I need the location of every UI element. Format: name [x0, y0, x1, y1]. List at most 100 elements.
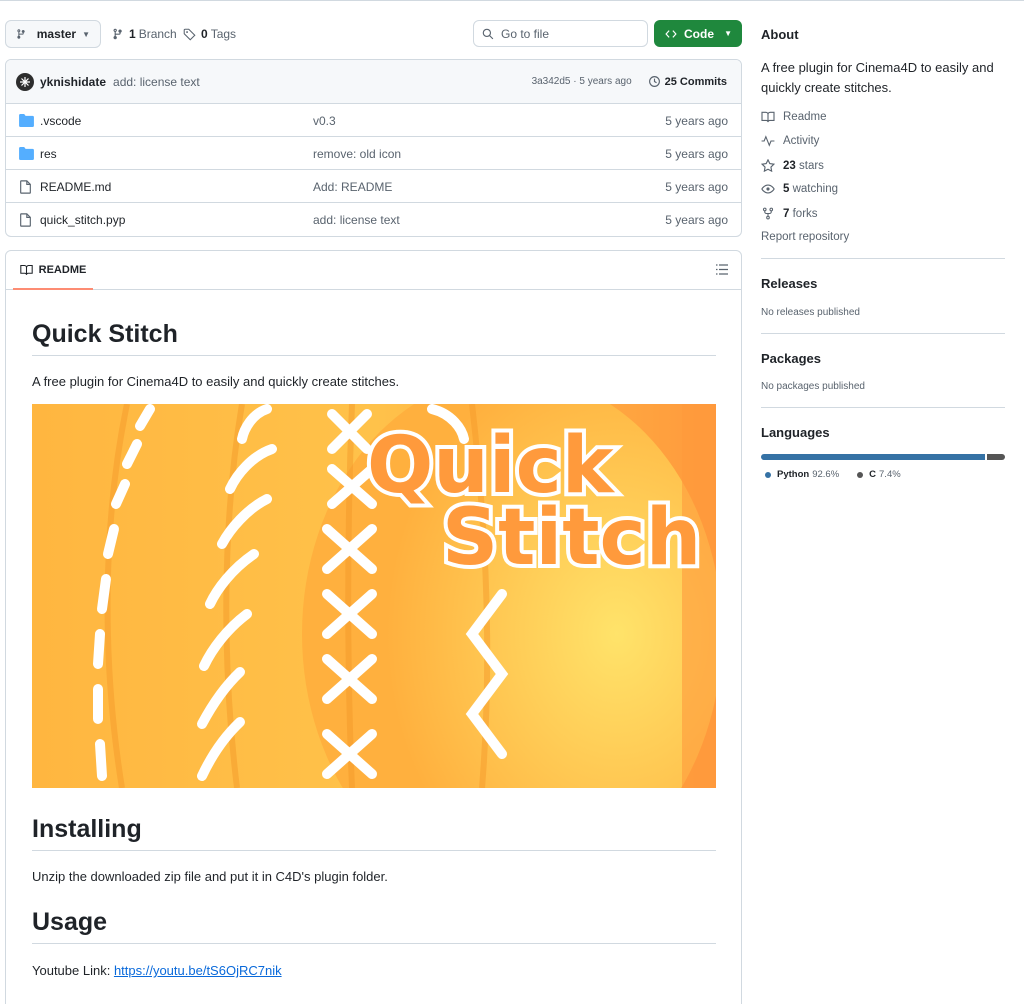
language-segment-c[interactable] [987, 454, 1005, 460]
file-row-readme[interactable]: README.md Add: README 5 years ago [6, 170, 741, 203]
outline-list-icon[interactable] [716, 264, 728, 275]
youtube-link[interactable]: https://youtu.be/tS6OjRC7nik [114, 963, 282, 978]
language-legend: Python 92.6% C 7.4% [765, 469, 901, 480]
hero-stitch-illustration: Quick Stitch [32, 404, 716, 788]
go-to-file-placeholder: Go to file [501, 26, 550, 41]
packages-heading[interactable]: Packages [761, 351, 821, 366]
file-row-res[interactable]: res remove: old icon 5 years ago [6, 137, 741, 170]
file-name[interactable]: res [40, 147, 57, 161]
releases-empty-text: No releases published [761, 307, 860, 318]
report-repository-link[interactable]: Report repository [761, 231, 849, 243]
usage-heading: Usage [32, 907, 716, 944]
usage-text: Youtube Link: https://youtu.be/tS6OjRC7n… [32, 963, 282, 978]
language-item-python[interactable]: Python 92.6% [765, 469, 839, 480]
installing-heading: Installing [32, 814, 716, 851]
watching-count: 5 [783, 183, 790, 195]
divider [761, 333, 1005, 334]
stars-count: 23 [783, 159, 796, 172]
language-percent: 7.4% [879, 469, 901, 480]
star-icon [761, 159, 775, 172]
commit-count: 25 Commits [664, 75, 727, 88]
file-row-vscode[interactable]: .vscode v0.3 5 years ago [6, 104, 741, 137]
installing-text: Unzip the downloaded zip file and put it… [32, 869, 388, 884]
branches-link[interactable]: 1 Branch [112, 27, 177, 41]
file-date: 5 years ago [665, 180, 728, 194]
file-commit-message[interactable]: add: license text [313, 213, 400, 227]
commit-meta: 3a342d5 · 5 years ago 25 Commits [532, 75, 727, 88]
language-name: Python [777, 469, 810, 480]
pulse-icon [761, 135, 775, 147]
branch-count: 1 [129, 27, 136, 41]
file-date: 5 years ago [665, 213, 728, 227]
language-percent: 92.6% [812, 469, 840, 480]
file-row-quick-stitch[interactable]: quick_stitch.pyp add: license text 5 yea… [6, 203, 741, 236]
avatar[interactable] [16, 72, 34, 91]
usage-prefix: Youtube Link: [32, 963, 114, 978]
forks-count: 7 [783, 207, 790, 220]
folder-icon [19, 147, 34, 160]
branch-icon [113, 28, 122, 40]
search-icon [482, 28, 494, 39]
sidebar-item-readme[interactable]: Readme [761, 111, 826, 123]
sidebar-item-label: Readme [783, 111, 827, 123]
sidebar-item-forks[interactable]: 7 forks [761, 207, 818, 220]
sidebar-item-label: forks [792, 207, 818, 220]
commit-hash-date[interactable]: 3a342d5 · 5 years ago [532, 76, 632, 87]
tab-readme[interactable]: README [13, 251, 93, 290]
tags-link[interactable]: 0 Tags [183, 27, 236, 41]
installing-section: Installing [32, 814, 716, 851]
history-icon [648, 76, 660, 87]
file-commit-message[interactable]: remove: old icon [313, 147, 401, 161]
languages-heading: Languages [761, 425, 830, 440]
readme-intro: A free plugin for Cinema4D to easily and… [32, 374, 400, 389]
commit-message[interactable]: add: license text [113, 75, 200, 89]
hero-image: Quick Stitch [32, 404, 716, 788]
code-icon [665, 29, 677, 38]
fork-icon [762, 207, 774, 220]
sidebar-item-label: stars [799, 159, 824, 172]
sidebar-item-watching[interactable]: 5 watching [761, 183, 838, 195]
releases-heading[interactable]: Releases [761, 276, 817, 291]
top-border [0, 0, 1024, 1]
tag-count: 0 [201, 27, 208, 41]
hero-text-line2: Stitch [442, 493, 701, 583]
branch-word: Branch [138, 27, 177, 41]
tag-word: Tags [210, 27, 237, 41]
readme-tab-label: README [38, 263, 87, 276]
book-icon [761, 111, 775, 123]
file-icon [20, 213, 31, 227]
commit-author[interactable]: yknishidate [40, 75, 106, 89]
about-description: A free plugin for Cinema4D to easily and… [761, 60, 994, 95]
branch-name: master [36, 27, 77, 41]
book-icon [19, 264, 33, 275]
readme-title-block: Quick Stitch [32, 319, 716, 356]
sidebar-item-activity[interactable]: Activity [761, 135, 819, 147]
sidebar-item-stars[interactable]: 23 stars [761, 159, 824, 172]
packages-empty-text: No packages published [761, 381, 865, 392]
file-commit-message[interactable]: Add: README [313, 180, 392, 194]
go-to-file-input[interactable]: Go to file [473, 20, 648, 47]
language-segment-python[interactable] [761, 454, 986, 460]
code-button[interactable]: Code ▼ [654, 20, 742, 47]
divider [761, 258, 1005, 259]
language-name: C [869, 469, 877, 480]
eye-icon [761, 184, 775, 194]
file-name[interactable]: quick_stitch.pyp [40, 213, 125, 227]
file-date: 5 years ago [665, 147, 728, 161]
readme-panel: README Quick Stitch A free plugin for Ci… [5, 250, 742, 1004]
file-name[interactable]: .vscode [40, 114, 81, 128]
language-dot-icon [765, 471, 771, 478]
sidebar-item-label: watching [792, 183, 838, 195]
file-name[interactable]: README.md [40, 180, 111, 194]
language-item-c[interactable]: C 7.4% [857, 469, 901, 480]
about-heading: About [761, 27, 799, 42]
folder-icon [19, 114, 34, 127]
tag-icon [183, 28, 196, 41]
file-commit-message[interactable]: v0.3 [313, 114, 336, 128]
file-date: 5 years ago [665, 114, 728, 128]
sidebar-item-label: Activity [783, 135, 820, 147]
branch-selector-button[interactable]: master ▼ [5, 20, 101, 48]
commits-link[interactable]: 25 Commits [648, 75, 727, 88]
readme-header: README [6, 251, 741, 290]
divider [761, 407, 1005, 408]
